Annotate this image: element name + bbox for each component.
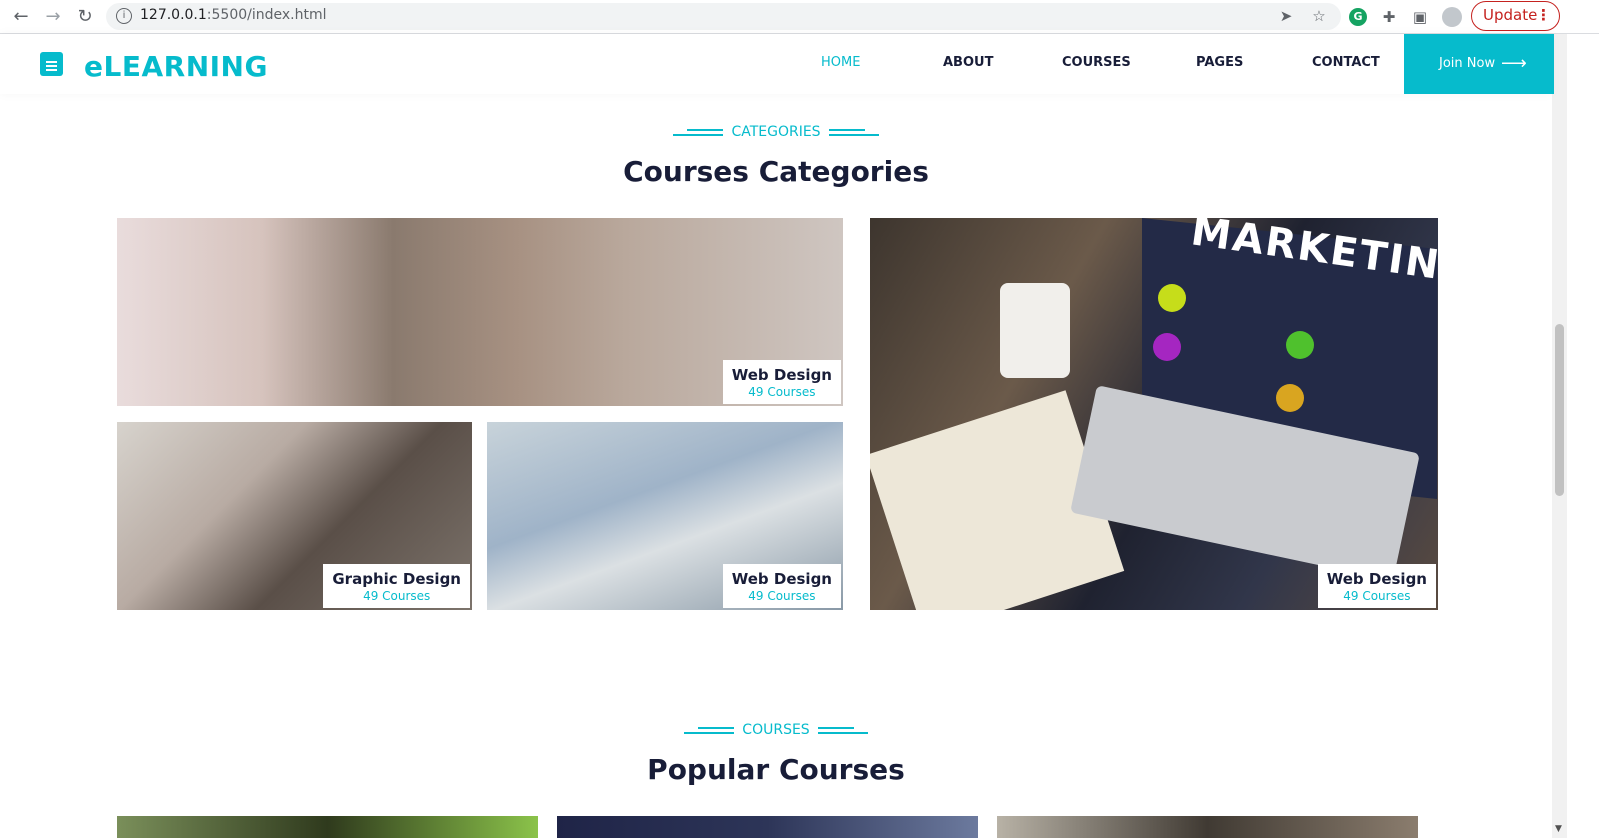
arrow-right-icon: ⟶ xyxy=(1501,53,1527,74)
categories-subtitle: CATEGORIES xyxy=(0,124,1552,140)
screen-dot-icon xyxy=(1286,331,1314,359)
category-tile-graphic-design[interactable]: Graphic Design 49 Courses xyxy=(117,422,472,610)
decor-line xyxy=(817,726,868,734)
nav-item-pages[interactable]: PAGES xyxy=(1196,55,1243,70)
course-card-image[interactable] xyxy=(557,816,978,838)
send-tab-icon[interactable]: ➤ xyxy=(1276,6,1296,26)
courses-subtitle: COURSES xyxy=(0,722,1552,738)
category-label: Graphic Design 49 Courses xyxy=(323,564,470,608)
nav-item-contact[interactable]: CONTACT xyxy=(1312,55,1380,70)
profile-avatar-icon[interactable] xyxy=(1442,7,1462,27)
decor-line xyxy=(828,128,879,136)
category-label: Web Design 49 Courses xyxy=(722,564,841,608)
update-button[interactable]: Update ⋮ xyxy=(1471,1,1560,31)
decor-line xyxy=(684,726,735,734)
scrollbar-thumb[interactable] xyxy=(1555,324,1564,496)
category-tile-web-design-3[interactable]: MARKETING Web Design 49 Courses xyxy=(870,218,1438,610)
category-tile-web-design-2[interactable]: Web Design 49 Courses xyxy=(487,422,843,610)
bookmark-star-icon[interactable]: ☆ xyxy=(1309,6,1329,26)
side-panel-icon[interactable]: ▣ xyxy=(1409,6,1431,28)
site-navbar: eLEARNING HOME ABOUT COURSES PAGES CONTA… xyxy=(0,34,1554,94)
grammarly-extension-icon[interactable]: G xyxy=(1349,8,1367,26)
category-label: Web Design 49 Courses xyxy=(722,360,841,404)
address-bar[interactable]: i 127.0.0.1:5500/index.html ➤ ☆ xyxy=(106,3,1341,30)
url-text[interactable]: 127.0.0.1:5500/index.html xyxy=(140,7,327,23)
category-tile-web-design[interactable]: Web Design 49 Courses xyxy=(117,218,843,406)
join-now-button[interactable]: Join Now ⟶ xyxy=(1404,34,1554,94)
brand-name: eLEARNING xyxy=(84,50,268,83)
menu-dots-icon: ⋮ xyxy=(1536,6,1551,24)
decor-line xyxy=(673,128,724,136)
browser-toolbar: ← → ↻ i 127.0.0.1:5500/index.html ➤ ☆ G … xyxy=(0,0,1599,34)
book-icon xyxy=(40,52,63,76)
scroll-down-arrow-icon[interactable]: ▼ xyxy=(1555,824,1562,834)
screen-dot-icon xyxy=(1153,333,1181,361)
nav-item-about[interactable]: ABOUT xyxy=(943,55,993,70)
page-scrollbar[interactable]: ▼ xyxy=(1552,34,1567,838)
screen-dot-icon xyxy=(1158,284,1186,312)
categories-title: Courses Categories xyxy=(623,155,929,188)
site-info-icon[interactable]: i xyxy=(116,8,132,24)
course-card-image[interactable] xyxy=(997,816,1418,838)
nav-item-courses[interactable]: COURSES xyxy=(1062,55,1131,70)
coffee-cup-shape xyxy=(1000,283,1070,378)
popular-courses-title: Popular Courses xyxy=(647,753,905,786)
category-label: Web Design 49 Courses xyxy=(1317,564,1436,608)
course-card-image[interactable] xyxy=(117,816,538,838)
nav-item-home[interactable]: HOME xyxy=(821,55,860,70)
forward-icon[interactable]: → xyxy=(42,6,64,28)
extensions-puzzle-icon[interactable]: ✚ xyxy=(1378,6,1400,28)
screen-dot-icon xyxy=(1276,384,1304,412)
back-icon[interactable]: ← xyxy=(10,6,32,28)
reload-icon[interactable]: ↻ xyxy=(74,6,96,28)
